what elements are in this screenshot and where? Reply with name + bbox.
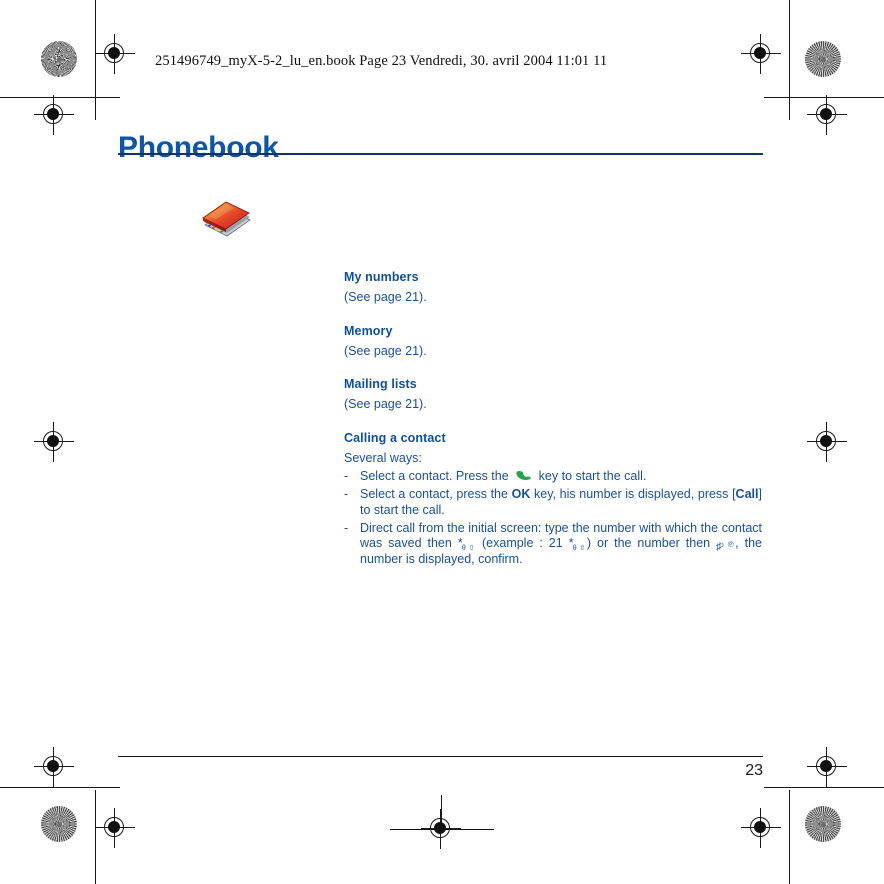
title-divider [118, 153, 763, 155]
green-call-key-icon [515, 470, 532, 481]
registration-target-upper-left [34, 95, 74, 135]
registration-star-bottom-left [41, 806, 77, 842]
crop-line-bottom-horizontal-right [764, 787, 884, 788]
section-heading-my-numbers: My numbers [344, 270, 419, 284]
page-title: Phonebook [118, 131, 279, 165]
bullet-text-part: key to start the call. [538, 468, 647, 483]
section-body-mailing-lists: (See page 21). [344, 397, 427, 412]
bullet-dash: - [344, 468, 349, 483]
section-heading-mailing-lists: Mailing lists [344, 377, 417, 392]
registration-star-bottom-right [805, 806, 841, 842]
registration-star-top-right [805, 41, 841, 77]
registration-target-top-left [95, 34, 135, 74]
document-page: 251496749_myX-5-2_lu_en.book Page 23 Ven… [0, 0, 884, 884]
list-item: - Select a contact. Press the key to sta… [344, 469, 762, 485]
list-item: - Select a contact, press the OK key, hi… [344, 487, 762, 519]
ok-key-label: OK [511, 486, 531, 501]
crop-line-right-vertical-lower [789, 790, 790, 884]
bullet-dash: - [344, 486, 349, 501]
crop-line-right-vertical [789, 0, 790, 120]
registration-star-top-left [41, 41, 77, 77]
registration-target-mid-right [807, 422, 847, 462]
bullet-text-part: ) or the number then [586, 536, 711, 551]
registration-target-upper-right [807, 95, 847, 135]
section-body-my-numbers: (See page 21). [344, 290, 427, 304]
bullet-text-part: key, his number is displayed, press [ [534, 486, 736, 501]
bullet-dash: - [344, 520, 349, 535]
registration-target-top-right [741, 34, 781, 74]
bullet-text-part: Select a contact, press the [360, 486, 508, 501]
registration-target-lower-right [807, 747, 847, 787]
bullet-text-part: (example : 21 [482, 536, 563, 551]
star-key-glyph-example: *θ ⇧ [569, 536, 587, 552]
crop-line-bottom-horizontal [0, 787, 120, 788]
registration-target-lower-left [34, 747, 74, 787]
calling-methods-list: - Select a contact. Press the key to sta… [344, 469, 762, 568]
content-column: My numbers (See page 21). Memory (See pa… [344, 270, 762, 570]
section-body-memory: (See page 21). [344, 343, 427, 358]
call-softkey-label: Call [735, 486, 759, 501]
registration-target-mid-left [34, 422, 74, 462]
registration-target-bottom-center [421, 809, 461, 849]
bullet-text-part: Select a contact. Press the [360, 468, 509, 483]
list-item: - Direct call from the initial screen: t… [344, 521, 762, 569]
footer-divider [118, 756, 763, 758]
section-heading-calling-a-contact: Calling a contact [344, 430, 446, 445]
book-file-header: 251496749_myX-5-2_lu_en.book Page 23 Ven… [155, 53, 608, 69]
hash-key-glyph: ♯♪ ℗ [716, 536, 735, 553]
section-heading-memory: Memory [344, 323, 393, 338]
registration-target-bottom-left [95, 808, 135, 848]
star-key-subscript: θ ⇧ [572, 545, 586, 553]
calling-lead-text: Several ways: [344, 450, 422, 465]
address-book-icon [198, 192, 254, 244]
star-key-subscript: θ ⇧ [461, 545, 476, 553]
star-key-glyph: *θ ⇧ [458, 536, 476, 552]
page-number: 23 [745, 762, 763, 779]
registration-target-bottom-right [741, 808, 781, 848]
hash-key-subscript: ♪ ℗ [720, 540, 735, 550]
